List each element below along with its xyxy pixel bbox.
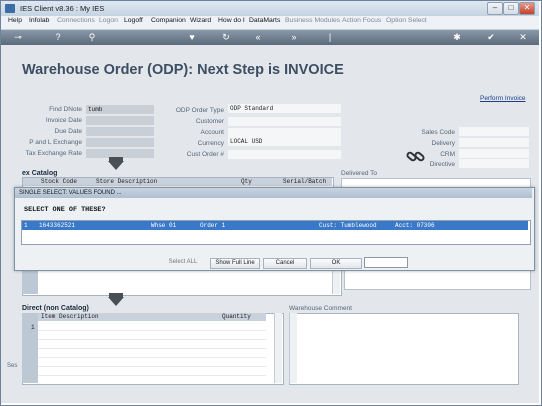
- menu-how-do-i[interactable]: How do I: [218, 17, 245, 24]
- catalog-header: Stock Code Store Description Qty Serial/…: [23, 178, 332, 186]
- menu-business-modules[interactable]: Business Modules: [285, 17, 340, 24]
- catalog-row-gutter: [22, 268, 38, 294]
- catalog-title: ex Catalog: [22, 170, 58, 177]
- due-date-label: Due Date: [54, 128, 82, 135]
- currency-field[interactable]: LOCAL USD: [228, 137, 341, 146]
- sales-code-field[interactable]: [459, 127, 529, 136]
- fast-forward-icon[interactable]: »: [286, 31, 302, 44]
- row-order: Order 1: [200, 222, 226, 229]
- customer-field[interactable]: [228, 117, 341, 126]
- show-full-line-button[interactable]: Show Full Line: [210, 258, 260, 269]
- minimize-button[interactable]: –: [487, 2, 503, 15]
- close-window-button[interactable]: ✕: [519, 2, 535, 15]
- menu-wizard[interactable]: Wizard: [190, 17, 211, 24]
- crm-field[interactable]: [459, 149, 529, 158]
- due-date-field[interactable]: [86, 127, 154, 136]
- dialog-title: SINGLE SELECT: VALUES FOUND ...: [15, 188, 532, 198]
- ok-button[interactable]: OK: [310, 258, 362, 269]
- gear-icon[interactable]: ✱: [449, 31, 465, 44]
- pl-exchange-field[interactable]: [86, 138, 154, 147]
- sales-code-label: Sales Code: [421, 129, 455, 136]
- currency-label: Currency: [197, 140, 224, 147]
- menu-infolab[interactable]: Infolab: [29, 17, 49, 24]
- app-icon: [5, 4, 15, 13]
- col-qty[interactable]: Qty: [241, 178, 252, 186]
- pipe-icon[interactable]: |: [322, 31, 338, 44]
- arrow-down-icon: [108, 161, 124, 170]
- list-item-selected[interactable]: 1 1643362521 Whse 01 Order 1 Cust: Tumbl…: [22, 221, 528, 230]
- col-quantity[interactable]: Quantity: [222, 313, 251, 321]
- menu-action-focus[interactable]: Action Focus: [342, 17, 381, 24]
- window-title: IES Client v8.36 : My IES: [20, 4, 105, 13]
- search-icon[interactable]: ⚲: [84, 31, 100, 44]
- find-dnote-label: Find DNote: [49, 106, 82, 113]
- menu-help[interactable]: Help: [8, 17, 22, 24]
- col-item-description[interactable]: Item Description: [41, 313, 99, 321]
- account-field[interactable]: [228, 128, 341, 137]
- heart-icon[interactable]: ♥: [184, 31, 200, 44]
- cust-order-field[interactable]: [228, 150, 341, 159]
- customer-label: Customer: [195, 118, 224, 125]
- menu-logon[interactable]: Logon: [99, 17, 118, 24]
- row-code: 1643362521: [39, 222, 76, 229]
- tax-exchange-label: Tax Exchange Rate: [25, 150, 82, 157]
- menu-datamarts[interactable]: DataMarts: [249, 17, 280, 24]
- row-acct: Acct: 07306: [395, 222, 435, 229]
- row-whse: Whse 01: [151, 222, 177, 229]
- directive-field[interactable]: [459, 159, 529, 168]
- direct-row-gutter: [22, 313, 38, 383]
- refresh-icon[interactable]: ↻: [218, 31, 234, 44]
- col-store-description[interactable]: Store Description: [96, 178, 157, 186]
- close-icon[interactable]: ✕: [515, 31, 531, 44]
- menu-connections[interactable]: Connections: [57, 17, 95, 24]
- cust-order-label: Cust Order #: [186, 151, 224, 158]
- warehouse-comment-field[interactable]: [289, 313, 519, 385]
- delivery-label: Delivery: [431, 140, 455, 147]
- title-bar: IES Client v8.36 : My IES: [1, 1, 539, 16]
- row-index: 1: [24, 222, 28, 229]
- direct-header: Item Description Quantity: [38, 313, 266, 321]
- delivery-field[interactable]: [459, 138, 529, 147]
- account-label: Account: [200, 129, 225, 136]
- select-all-button[interactable]: Select ALL: [165, 258, 201, 267]
- warehouse-comment-label: Warehouse Comment: [289, 305, 352, 312]
- side-label: Ses: [7, 363, 18, 369]
- menu-companion[interactable]: Companion: [151, 17, 186, 24]
- menu-option-select[interactable]: Option Select: [386, 17, 427, 24]
- help-icon[interactable]: ?: [50, 31, 66, 44]
- col-serial-batch[interactable]: Serial/Batch: [283, 178, 326, 186]
- menu-logoff[interactable]: Logoff: [124, 17, 143, 24]
- dialog-prompt: SELECT ONE OF THESE?: [24, 206, 106, 214]
- catalog-scrollbar[interactable]: [332, 268, 340, 294]
- direct-row-number: 1: [31, 324, 35, 331]
- pl-exchange-label: P and L Exchange: [29, 139, 82, 146]
- page-title: Warehouse Order (ODP): Next Step is INVO…: [22, 62, 344, 78]
- invoice-date-label: Invoice Date: [45, 117, 82, 124]
- direct-title: Direct (non Catalog): [22, 305, 89, 312]
- perform-invoice-link[interactable]: Perform Invoice: [480, 95, 526, 102]
- maximize-button[interactable]: □: [503, 2, 519, 15]
- dialog-input[interactable]: [364, 257, 408, 268]
- row-cust: Cust: Tumblewood: [319, 222, 377, 229]
- rewind-icon[interactable]: «: [250, 31, 266, 44]
- comment-scrollbar[interactable]: [289, 313, 297, 383]
- check-icon[interactable]: ✔: [483, 31, 499, 44]
- key-icon[interactable]: ⊸: [10, 31, 26, 44]
- invoice-date-field[interactable]: [86, 116, 154, 125]
- odp-order-type-label: ODP Order Type: [175, 107, 224, 114]
- catalog-grid-body: [22, 268, 342, 296]
- direct-scrollbar[interactable]: [274, 313, 282, 383]
- link-icon[interactable]: [406, 148, 426, 166]
- delivered-to-label: Delivered To: [341, 170, 378, 177]
- delivered-to-area[interactable]: [344, 268, 531, 290]
- direct-rows[interactable]: [38, 322, 266, 383]
- arrow-down-icon-2: [108, 297, 124, 306]
- find-dnote-field[interactable]: tumb: [86, 105, 154, 114]
- cancel-button[interactable]: Cancel: [263, 258, 307, 269]
- odp-order-type-field[interactable]: ODP Standard: [228, 104, 341, 113]
- col-stock-code[interactable]: Stock Code: [41, 178, 77, 186]
